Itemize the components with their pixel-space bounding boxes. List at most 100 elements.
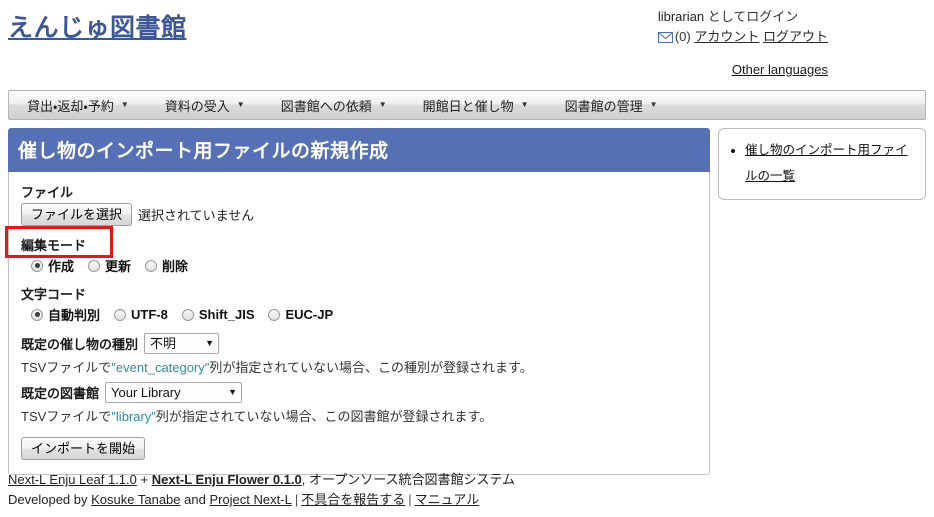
radio-label: EUC-JP bbox=[285, 307, 334, 322]
nav-item-library-request[interactable]: 図書館への依頼 ▼ bbox=[263, 91, 405, 119]
default-library-label: 既定の図書館 bbox=[21, 386, 100, 401]
nav-item-administration[interactable]: 図書館の管理 ▼ bbox=[547, 91, 676, 119]
encoding-option-utf8[interactable]: UTF-8 bbox=[114, 307, 168, 322]
page-footer: Next-L Enju Leaf 1.1.0 + Next-L Enju Flo… bbox=[8, 470, 926, 510]
radio-label: Shift_JIS bbox=[198, 307, 255, 322]
nav-item-label: 図書館への依頼 bbox=[280, 98, 372, 114]
hint-suffix: 列が指定されていない場合、この種別が登録されます。 bbox=[209, 360, 533, 375]
default-library-select[interactable]: Your Library ▼ bbox=[105, 382, 243, 403]
account-actions-line: (0) アカウント ログアウト bbox=[657, 28, 828, 46]
radio-label: 削除 bbox=[162, 259, 189, 274]
import-form-panel: ファイル ファイルを選択 選択されていません 編集モード 作成 更新 削除 文字… bbox=[5, 172, 710, 475]
encoding-option-shiftjis[interactable]: Shift_JIS bbox=[181, 307, 255, 322]
default-library-group: 既定の図書館 Your Library ▼ TSVファイルで"library"列… bbox=[21, 382, 697, 425]
encoding-option-eucjp[interactable]: EUC-JP bbox=[268, 307, 333, 322]
footer-line-1: Next-L Enju Leaf 1.1.0 + Next-L Enju Flo… bbox=[8, 470, 926, 490]
footer-separator: | bbox=[408, 492, 412, 507]
radio-icon[interactable] bbox=[31, 259, 43, 272]
radio-label: 自動判別 bbox=[48, 308, 101, 323]
edit-mode-option-update[interactable]: 更新 bbox=[88, 256, 131, 275]
chevron-down-icon: ▼ bbox=[236, 100, 245, 109]
encoding-label: 文字コード bbox=[21, 287, 87, 302]
footer-and: and bbox=[180, 492, 210, 507]
enju-leaf-link[interactable]: Next-L Enju Leaf 1.1.0 bbox=[8, 472, 137, 487]
radio-icon[interactable] bbox=[88, 259, 101, 272]
chevron-down-icon: ▼ bbox=[205, 338, 215, 348]
nav-item-label: 開館日と催し物 bbox=[422, 98, 514, 114]
hint-code: "event_category" bbox=[111, 360, 210, 375]
site-title-link[interactable]: えんじゅ図書館 bbox=[8, 8, 187, 44]
page-header: えんじゅ図書館 librarian としてログイン (0) アカウント ログアウ… bbox=[0, 0, 934, 88]
radio-label: 作成 bbox=[48, 259, 75, 274]
default-event-category-label: 既定の催し物の種別 bbox=[21, 337, 139, 352]
hint-code: "library" bbox=[111, 409, 156, 424]
sidebar: 催し物のインポート用ファイルの一覧 bbox=[718, 128, 926, 200]
encoding-field-group: 文字コード 自動判別 UTF-8 Shift_JIS EUC-JP bbox=[21, 284, 697, 324]
default-library-hint: TSVファイルで"library"列が指定されていない場合、この図書館が登録され… bbox=[21, 406, 697, 425]
main-content: 催し物のインポート用ファイルの新規作成 ファイル ファイルを選択 選択されていま… bbox=[5, 128, 710, 475]
choose-file-button[interactable]: ファイルを選択 bbox=[21, 203, 133, 226]
submit-row: インポートを開始 bbox=[21, 437, 697, 460]
default-event-category-group: 既定の催し物の種別 不明 ▼ TSVファイルで"event_category"列… bbox=[21, 333, 697, 376]
author-link[interactable]: Kosuke Tanabe bbox=[91, 492, 180, 507]
file-input-row: ファイルを選択 選択されていません bbox=[21, 203, 697, 226]
radio-icon[interactable] bbox=[268, 308, 281, 321]
footer-plus: + bbox=[136, 472, 152, 487]
nav-item-circulation[interactable]: 貸出・返却・予約 ▼ bbox=[9, 91, 147, 119]
main-navigation: 貸出・返却・予約 ▼ 資料の受入 ▼ 図書館への依頼 ▼ 開館日と催し物 ▼ 図… bbox=[8, 90, 926, 120]
edit-mode-option-delete[interactable]: 削除 bbox=[145, 256, 188, 275]
other-languages-link[interactable]: Other languages bbox=[732, 62, 828, 77]
nav-item-acquisition[interactable]: 資料の受入 ▼ bbox=[147, 91, 263, 119]
default-library-row: 既定の図書館 Your Library ▼ bbox=[21, 382, 697, 403]
encoding-radio-group: 自動判別 UTF-8 Shift_JIS EUC-JP bbox=[21, 305, 697, 324]
import-form: ファイル ファイルを選択 選択されていません 編集モード 作成 更新 削除 文字… bbox=[5, 172, 709, 474]
logged-in-username: librarian bbox=[657, 9, 705, 24]
encoding-option-auto[interactable]: 自動判別 bbox=[31, 305, 100, 324]
default-event-category-hint: TSVファイルで"event_category"列が指定されていない場合、この種… bbox=[21, 357, 697, 376]
page-title: 催し物のインポート用ファイルの新規作成 bbox=[8, 128, 710, 172]
footer-system-desc: , オープンソース統合図書館システム bbox=[301, 472, 516, 487]
footer-separator: | bbox=[294, 492, 299, 507]
chevron-down-icon: ▼ bbox=[378, 100, 387, 109]
radio-icon[interactable] bbox=[145, 259, 158, 272]
radio-icon[interactable] bbox=[31, 308, 43, 321]
hint-prefix: TSVファイルで bbox=[21, 360, 112, 375]
list-item: 催し物のインポート用ファイルの一覧 bbox=[745, 137, 915, 189]
project-link[interactable]: Project Next-L bbox=[209, 492, 291, 507]
logged-in-suffix: としてログイン bbox=[704, 9, 799, 24]
edit-mode-field-group: 編集モード 作成 更新 削除 bbox=[21, 235, 697, 275]
envelope-icon[interactable] bbox=[657, 30, 673, 43]
nav-item-events[interactable]: 開館日と催し物 ▼ bbox=[405, 91, 547, 119]
account-link[interactable]: アカウント bbox=[694, 29, 759, 44]
edit-mode-radio-group: 作成 更新 削除 bbox=[21, 256, 697, 275]
nav-item-label: 貸出・返却・予約 bbox=[27, 98, 114, 114]
radio-label: 更新 bbox=[105, 259, 132, 274]
file-selection-status: 選択されていません bbox=[138, 208, 255, 223]
logout-link[interactable]: ログアウト bbox=[763, 29, 828, 44]
footer-developed-by: Developed by bbox=[8, 492, 92, 507]
default-event-category-row: 既定の催し物の種別 不明 ▼ bbox=[21, 333, 697, 354]
message-count: (0) bbox=[674, 29, 691, 44]
sidebar-item-event-import-file-list[interactable]: 催し物のインポート用ファイルの一覧 bbox=[745, 143, 908, 183]
file-field-label: ファイル bbox=[21, 185, 74, 200]
file-field-group: ファイル ファイルを選択 選択されていません bbox=[21, 182, 697, 226]
enju-flower-link[interactable]: Next-L Enju Flower 0.1.0 bbox=[152, 472, 302, 487]
default-event-category-select[interactable]: 不明 ▼ bbox=[144, 333, 220, 354]
radio-icon[interactable] bbox=[181, 308, 194, 321]
select-value: 不明 bbox=[150, 336, 177, 351]
sidebar-list: 催し物のインポート用ファイルの一覧 bbox=[729, 137, 915, 189]
nav-item-label: 資料の受入 bbox=[164, 98, 230, 114]
start-import-button[interactable]: インポートを開始 bbox=[21, 437, 146, 460]
manual-link[interactable]: マニュアル bbox=[415, 492, 480, 507]
radio-label: UTF-8 bbox=[131, 307, 168, 322]
chevron-down-icon: ▼ bbox=[120, 100, 129, 109]
chevron-down-icon: ▼ bbox=[649, 100, 658, 109]
hint-prefix: TSVファイルで bbox=[21, 409, 112, 424]
chevron-down-icon: ▼ bbox=[228, 387, 238, 397]
nav-item-label: 図書館の管理 bbox=[564, 98, 643, 114]
hint-suffix: 列が指定されていない場合、この図書館が登録されます。 bbox=[155, 409, 493, 424]
edit-mode-option-create[interactable]: 作成 bbox=[31, 256, 74, 275]
radio-icon[interactable] bbox=[114, 308, 127, 321]
footer-line-2: Developed by Kosuke Tanabe and Project N… bbox=[8, 490, 926, 510]
bug-report-link[interactable]: 不具合を報告する bbox=[301, 492, 405, 507]
